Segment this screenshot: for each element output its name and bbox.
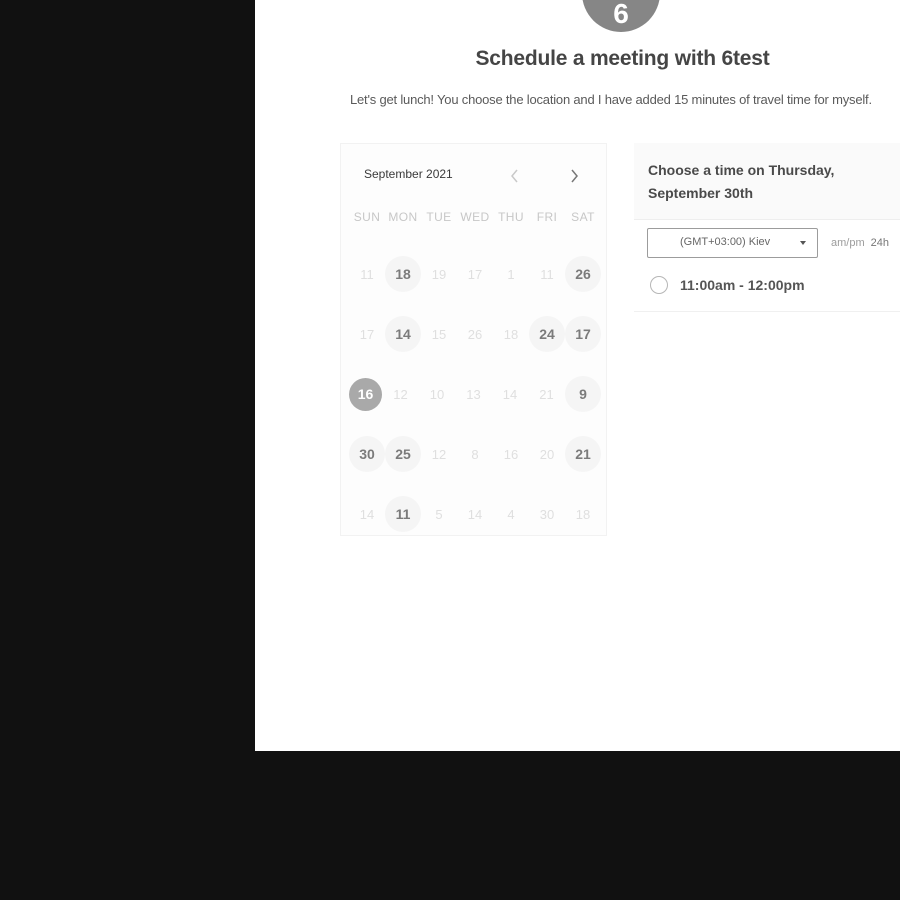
calendar-day: 14 — [467, 506, 483, 522]
calendar-day: 13 — [466, 386, 481, 402]
time-format-toggle: am/pm 24h — [831, 237, 889, 249]
calendar-day-available[interactable]: 9 — [565, 376, 601, 412]
timezone-select[interactable]: (GMT+03:00) Kiev — [647, 228, 818, 258]
calendar-day-available[interactable]: 30 — [349, 436, 385, 472]
calendar-day: 15 — [431, 326, 447, 342]
time-panel-header: Choose a time on Thursday, September 30t… — [634, 143, 900, 220]
calendar-week: 30 25 12 8 16 20 21 — [349, 424, 601, 484]
calendar-day: 20 — [539, 446, 555, 462]
calendar-day: 26 — [467, 326, 483, 342]
weekday-label: WED — [460, 210, 490, 224]
calendar-day: 8 — [471, 446, 479, 462]
calendar-day: 12 — [431, 446, 447, 462]
calendar-day-available[interactable]: 14 — [385, 316, 421, 352]
calendar-week: 14 11 5 14 4 30 18 — [349, 484, 601, 544]
time-slot-radio[interactable] — [650, 276, 668, 294]
host-avatar: 6 — [582, 0, 660, 32]
calendar-day-available[interactable]: 25 — [385, 436, 421, 472]
calendar-week: 11 18 19 17 1 11 26 — [349, 244, 601, 304]
calendar-day-available[interactable]: 18 — [385, 256, 421, 292]
calendar-day: 14 — [502, 386, 518, 402]
weekday-label: SUN — [353, 210, 381, 224]
calendar-day: 11 — [540, 266, 554, 282]
weekday-header: SUN MON TUE WED THU FRI SAT — [349, 210, 601, 224]
timezone-value: (GMT+03:00) Kiev — [680, 236, 771, 248]
calendar-week: 17 14 15 26 18 24 17 — [349, 304, 601, 364]
calendar-week: 16 12 10 13 14 21 9 — [349, 364, 601, 424]
calendar-day: 30 — [539, 506, 555, 522]
prev-month-button[interactable] — [504, 166, 524, 186]
time-panel: Choose a time on Thursday, September 30t… — [634, 143, 900, 312]
calendar-day: 17 — [359, 326, 375, 342]
format-ampm-option[interactable]: am/pm — [831, 237, 865, 249]
avatar-initial: 6 — [613, 0, 629, 29]
weekday-label: THU — [498, 210, 524, 224]
calendar-day: 18 — [503, 326, 519, 342]
calendar-day-available[interactable]: 21 — [565, 436, 601, 472]
format-24h-option[interactable]: 24h — [871, 237, 889, 249]
calendar-day-available[interactable]: 26 — [565, 256, 601, 292]
time-slot-label: 11:00am - 12:00pm — [680, 277, 805, 293]
weekday-label: FRI — [536, 210, 558, 224]
page-title: Schedule a meeting with 6test — [475, 47, 770, 70]
date-picker: September 2021 SUN MON TUE WED THU FRI SAT 11 1… — [340, 143, 607, 536]
calendar-day: 19 — [431, 266, 447, 282]
calendar-day-available[interactable]: 17 — [565, 316, 601, 352]
month-label: September 2021 — [364, 167, 453, 181]
calendar-day: 10 — [429, 386, 445, 402]
chevron-right-icon — [570, 169, 578, 183]
weekday-label: SAT — [571, 210, 595, 224]
calendar-day: 18 — [575, 506, 591, 522]
weekday-label: TUE — [426, 210, 452, 224]
calendar-day: 12 — [393, 386, 408, 402]
calendar-day-available[interactable]: 24 — [529, 316, 565, 352]
calendar-day: 11 — [360, 266, 374, 282]
next-month-button[interactable] — [564, 166, 584, 186]
calendar-day: 21 — [539, 386, 554, 402]
calendar-day-available[interactable]: 11 — [385, 496, 421, 532]
calendar-day: 5 — [435, 506, 443, 522]
calendar-day: 17 — [467, 266, 483, 282]
caret-down-icon — [798, 238, 808, 248]
calendar-day: 1 — [507, 266, 515, 282]
booking-page: 6 Schedule a meeting with 6test Let's ge… — [255, 0, 900, 751]
time-slot[interactable]: 11:00am - 12:00pm — [650, 276, 805, 294]
time-panel-heading: Choose a time on Thursday, September 30t… — [648, 162, 835, 201]
calendar-grid: 11 18 19 17 1 11 26 17 14 15 26 18 24 17 16 12 10 13 14 21 9… — [349, 244, 601, 544]
chevron-left-icon — [510, 169, 518, 183]
page-description: Let's get lunch! You choose the location… — [350, 92, 872, 107]
calendar-day: 16 — [503, 446, 519, 462]
calendar-day: 14 — [359, 506, 375, 522]
calendar-day: 4 — [507, 506, 515, 522]
weekday-label: MON — [388, 210, 418, 224]
calendar-day-selected[interactable]: 16 — [349, 377, 382, 411]
